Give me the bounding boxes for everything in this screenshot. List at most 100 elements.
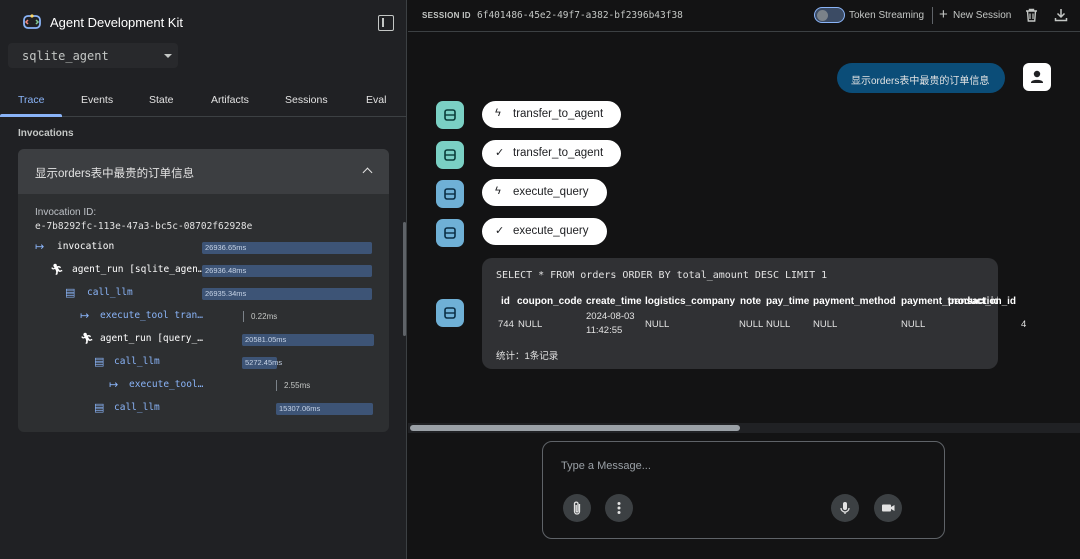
chat-icon: ▤ — [94, 402, 105, 414]
paperclip-icon — [563, 494, 591, 522]
table-cell: NULL — [739, 319, 764, 330]
plus-icon: + — [939, 6, 948, 23]
event-chip[interactable]: ✓ transfer_to_agent — [482, 140, 621, 167]
message-input-placeholder[interactable]: Type a Message... — [561, 460, 651, 472]
trace-row[interactable]: 🏃︎ agent_run [query_… 20581.05ms — [80, 332, 380, 348]
robot-icon — [444, 307, 456, 319]
trace-row[interactable]: ↦ execute_tool tran… 0.22ms — [80, 309, 380, 325]
trace-row[interactable]: ▤ call_llm 26935.34ms — [65, 286, 385, 302]
table-header: note — [740, 296, 762, 307]
event-chip[interactable]: ϟ execute_query — [482, 179, 607, 206]
agent-select[interactable]: sqlite_agent — [8, 43, 178, 68]
download-icon[interactable] — [1054, 8, 1068, 22]
video-button[interactable] — [874, 494, 902, 522]
result-stats: 统计：1条记录 — [496, 351, 559, 362]
invocation-id-value: e-7b8292fc-113e-47a3-bc5c-08702f62928e — [35, 221, 253, 232]
agent-avatar — [436, 219, 464, 247]
table-cell: 11:42:55 — [586, 325, 623, 336]
session-toolbar: SESSION ID 6f401486-45e2-49f7-a382-bf239… — [408, 0, 1080, 32]
sql-query: SELECT * FROM orders ORDER BY total_amou… — [496, 270, 828, 281]
robot-icon — [444, 109, 456, 121]
table-cell: 744 — [498, 319, 514, 330]
app-header: Agent Development Kit — [0, 0, 407, 44]
tab-state[interactable]: State — [149, 94, 174, 106]
enter-icon: ↦ — [80, 310, 90, 322]
trace-duration-bar: 20581.05ms — [242, 334, 374, 346]
trace-row[interactable]: ▤ call_llm 15307.06ms — [94, 401, 384, 417]
tab-eval[interactable]: Eval — [366, 94, 386, 106]
trace-duration: 26936.48ms — [205, 266, 247, 275]
trace-duration-marker — [243, 311, 244, 322]
trace-row[interactable]: ↦ execute_tool… 2.55ms — [109, 378, 379, 394]
run-icon: 🏃︎ — [80, 333, 94, 345]
side-panel: Agent Development Kit sqlite_agent Trace… — [0, 0, 407, 559]
trace-label: call_llm — [114, 356, 160, 367]
table-header: coupon_code — [517, 296, 583, 307]
trace-row[interactable]: ↦ invocation 26936.65ms — [35, 240, 385, 256]
chevron-up-icon[interactable] — [362, 167, 373, 178]
table-cell: NULL — [766, 319, 791, 330]
new-session-label: New Session — [953, 10, 1012, 21]
table-cell: 4 — [1021, 319, 1027, 330]
user-message-bubble: 显示orders表中最贵的订单信息 — [837, 63, 1005, 93]
event-label: transfer_to_agent — [513, 108, 604, 120]
table-cell: NULL — [518, 319, 543, 330]
event-chip[interactable]: ϟ transfer_to_agent — [482, 101, 621, 128]
chat-icon: ▤ — [94, 356, 105, 368]
event-label: execute_query — [513, 225, 589, 237]
trace-duration: 20581.05ms — [245, 335, 287, 344]
trace-label: invocation — [57, 241, 115, 252]
agent-avatar — [436, 299, 464, 327]
token-streaming-toggle[interactable] — [814, 7, 845, 23]
trace-duration: 0.22ms — [251, 312, 278, 321]
toggle-knob — [817, 9, 828, 21]
table-header: create_time — [586, 296, 642, 307]
invocation-card-header[interactable]: 显示orders表中最贵的订单信息 — [18, 149, 389, 194]
agent-avatar — [436, 101, 464, 129]
chat-icon: ▤ — [65, 287, 76, 299]
invocation-id-label: Invocation ID: — [35, 207, 97, 218]
table-cell: NULL — [645, 319, 670, 330]
run-icon: 🏃︎ — [50, 264, 64, 276]
event-label: execute_query — [513, 186, 589, 198]
panel-tabs: Trace Events State Artifacts Sessions Ev… — [0, 86, 407, 117]
table-header: pay_time — [766, 296, 810, 307]
event-chip[interactable]: ✓ execute_query — [482, 218, 607, 245]
delete-icon[interactable] — [1025, 8, 1038, 22]
trace-duration-bar: 26936.65ms — [202, 242, 372, 254]
more-vert-icon — [605, 494, 633, 522]
bolt-icon: ϟ — [495, 185, 501, 197]
enter-icon: ↦ — [35, 241, 45, 253]
message-input-box[interactable]: Type a Message... — [542, 441, 945, 539]
trace-duration-bar: 26936.48ms — [202, 265, 372, 277]
dropdown-arrow-icon — [164, 54, 172, 58]
microphone-button[interactable] — [831, 494, 859, 522]
tab-events[interactable]: Events — [81, 94, 113, 106]
trace-duration: 15307.06ms — [279, 404, 321, 413]
agent-avatar — [436, 180, 464, 208]
attach-button[interactable] — [563, 494, 591, 522]
trace-row[interactable]: ▤ call_llm 5272.45ms — [94, 355, 384, 371]
trace-duration: 2.55ms — [284, 381, 311, 390]
tab-sessions[interactable]: Sessions — [285, 94, 328, 106]
trace-row[interactable]: 🏃︎ agent_run [sqlite_agen… 26936.48ms — [50, 263, 389, 279]
trace-label: call_llm — [114, 402, 160, 413]
user-message-text: 显示orders表中最贵的订单信息 — [851, 76, 990, 87]
collapse-panel-icon[interactable] — [378, 15, 394, 31]
side-panel-scrollbar[interactable] — [403, 222, 406, 336]
tab-artifacts[interactable]: Artifacts — [211, 94, 249, 106]
robot-icon — [444, 188, 456, 200]
tab-trace[interactable]: Trace — [18, 94, 44, 106]
table-header: id — [501, 296, 510, 307]
person-icon — [1031, 70, 1043, 83]
enter-icon: ↦ — [109, 379, 119, 391]
trace-duration: 5272.45ms — [245, 358, 283, 367]
more-options-button[interactable] — [605, 494, 633, 522]
horizontal-scrollbar[interactable] — [410, 425, 740, 431]
bolt-icon: ϟ — [495, 107, 501, 119]
invocations-heading: Invocations — [18, 128, 74, 139]
robot-icon — [444, 149, 456, 161]
trace-label: agent_run [query_… — [100, 333, 203, 344]
toolbar-divider — [932, 7, 933, 24]
table-cell: NULL — [901, 319, 926, 330]
